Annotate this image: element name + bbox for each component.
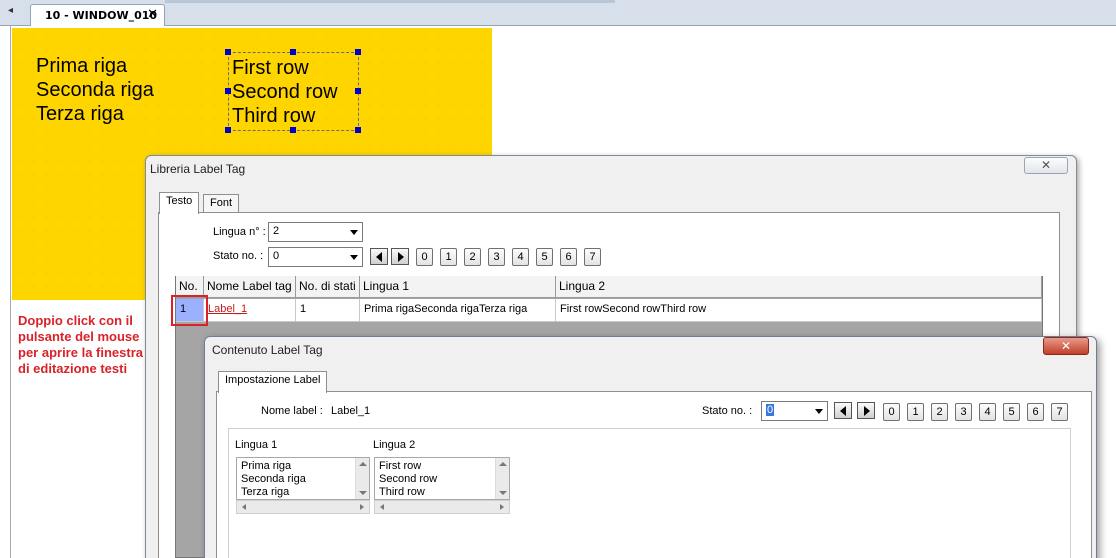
language-select[interactable]: 2 <box>268 222 363 242</box>
lang1-caption: Lingua 1 <box>235 439 278 451</box>
document-tab-strip: ◂ <box>0 0 1116 26</box>
italian-text-block: Prima riga Seconda riga Terza riga <box>36 54 154 126</box>
instruction-note: Doppio click con il pulsante del mouse p… <box>18 313 143 376</box>
column-header-states[interactable]: No. di stati <box>296 276 360 298</box>
arrow-left-icon <box>840 406 846 416</box>
tab-close-icon[interactable]: ✕ <box>147 7 158 22</box>
tab-strip-divider <box>165 0 615 3</box>
content-state-button-4[interactable]: 4 <box>979 403 996 421</box>
arrow-left-icon <box>376 252 382 262</box>
library-dialog-close-button[interactable]: ✕ <box>1024 157 1068 174</box>
lang1-textarea[interactable]: Prima riga Seconda riga Terza riga <box>236 457 370 500</box>
library-dialog-title: Libreria Label Tag <box>150 162 246 176</box>
tab-scroll-left-icon[interactable]: ◂ <box>8 5 13 16</box>
state-select[interactable]: 0 <box>268 247 363 267</box>
content-state-next-button[interactable] <box>857 402 875 419</box>
scroll-down-icon[interactable] <box>359 491 367 495</box>
italian-line: Terza riga <box>36 103 124 125</box>
table-cell-name[interactable]: Label_1 <box>204 299 296 322</box>
tab-window-010[interactable]: 10 - WINDOW_010 ✕ <box>30 4 165 26</box>
chevron-down-icon <box>350 255 358 260</box>
column-header-name[interactable]: Nome Label tag <box>204 276 296 298</box>
lang2-textarea[interactable]: First row Second row Third row <box>374 457 510 500</box>
scroll-up-icon[interactable] <box>359 462 367 466</box>
tab-font[interactable]: Font <box>203 194 240 214</box>
table-cell-lang1[interactable]: Prima rigaSeconda rigaTerza riga <box>360 299 556 322</box>
tab-impostazione-label[interactable]: Impostazione Label <box>218 371 328 393</box>
label-name-caption: Nome label : <box>261 405 323 417</box>
content-state-button-3[interactable]: 3 <box>955 403 972 421</box>
state-label: Stato no. : <box>213 250 264 262</box>
label-name-value: Label_1 <box>331 405 371 417</box>
resize-handle[interactable] <box>355 127 361 133</box>
state-button-7[interactable]: 7 <box>584 248 601 266</box>
lang2-line: Second row <box>379 473 438 485</box>
lang1-line: Prima riga <box>241 460 292 472</box>
english-text-block: First row Second row Third row <box>232 56 338 128</box>
italian-line: Prima riga <box>36 55 128 77</box>
state-button-2[interactable]: 2 <box>464 248 481 266</box>
vertical-scrollbar[interactable] <box>495 458 509 499</box>
state-next-button[interactable] <box>391 248 409 265</box>
resize-handle[interactable] <box>355 88 361 94</box>
state-select-value: 0 <box>273 250 280 262</box>
language-label: Lingua n° : <box>213 226 266 238</box>
table-cell-states[interactable]: 1 <box>296 299 360 322</box>
column-header-lang2[interactable]: Lingua 2 <box>556 276 1042 298</box>
lang2-caption: Lingua 2 <box>373 439 416 451</box>
content-dialog-title: Contenuto Label Tag <box>212 343 323 357</box>
content-dialog-close-button[interactable]: ✕ <box>1043 337 1089 355</box>
content-state-button-6[interactable]: 6 <box>1027 403 1044 421</box>
content-state-button-5[interactable]: 5 <box>1003 403 1020 421</box>
content-state-select[interactable]: 0 <box>761 401 828 421</box>
lang2-line: First row <box>379 460 422 472</box>
horizontal-scrollbar[interactable] <box>374 500 510 514</box>
english-line: Third row <box>232 105 316 127</box>
lang1-line: Terza riga <box>241 486 290 498</box>
scroll-left-icon[interactable] <box>242 504 246 510</box>
column-header-lang1[interactable]: Lingua 1 <box>360 276 556 298</box>
lang1-line: Seconda riga <box>241 473 306 485</box>
content-state-select-value: 0 <box>766 404 775 416</box>
state-button-4[interactable]: 4 <box>512 248 529 266</box>
highlight-box <box>171 295 208 326</box>
tab-title: 10 - WINDOW_010 <box>45 9 158 22</box>
state-button-3[interactable]: 3 <box>488 248 505 266</box>
state-button-6[interactable]: 6 <box>560 248 577 266</box>
vertical-scrollbar[interactable] <box>355 458 369 499</box>
resize-handle[interactable] <box>225 49 231 55</box>
resize-handle[interactable] <box>355 49 361 55</box>
scroll-down-icon[interactable] <box>499 491 507 495</box>
scroll-left-icon[interactable] <box>380 504 384 510</box>
scroll-up-icon[interactable] <box>499 462 507 466</box>
resize-handle[interactable] <box>290 49 296 55</box>
arrow-right-icon <box>864 406 870 416</box>
content-state-label: Stato no. : <box>702 405 753 417</box>
language-select-value: 2 <box>273 225 280 237</box>
resize-handle[interactable] <box>225 127 231 133</box>
content-state-button-7[interactable]: 7 <box>1051 403 1068 421</box>
arrow-right-icon <box>398 252 404 262</box>
content-state-button-1[interactable]: 1 <box>907 403 924 421</box>
resize-handle[interactable] <box>225 88 231 94</box>
italian-line: Seconda riga <box>36 79 154 101</box>
content-state-button-2[interactable]: 2 <box>931 403 948 421</box>
english-line: Second row <box>232 81 338 103</box>
english-line: First row <box>232 57 309 79</box>
table-cell-lang2[interactable]: First rowSecond rowThird row <box>556 299 1042 322</box>
state-button-5[interactable]: 5 <box>536 248 553 266</box>
content-state-button-0[interactable]: 0 <box>883 403 900 421</box>
content-state-prev-button[interactable] <box>834 402 852 419</box>
state-button-0[interactable]: 0 <box>416 248 433 266</box>
state-button-1[interactable]: 1 <box>440 248 457 266</box>
horizontal-scrollbar[interactable] <box>236 500 370 514</box>
chevron-down-icon <box>815 409 823 414</box>
state-prev-button[interactable] <box>370 248 388 265</box>
tab-testo[interactable]: Testo <box>159 192 200 214</box>
scroll-right-icon[interactable] <box>360 504 364 510</box>
scroll-right-icon[interactable] <box>500 504 504 510</box>
chevron-down-icon <box>350 230 358 235</box>
lang2-line: Third row <box>379 486 425 498</box>
